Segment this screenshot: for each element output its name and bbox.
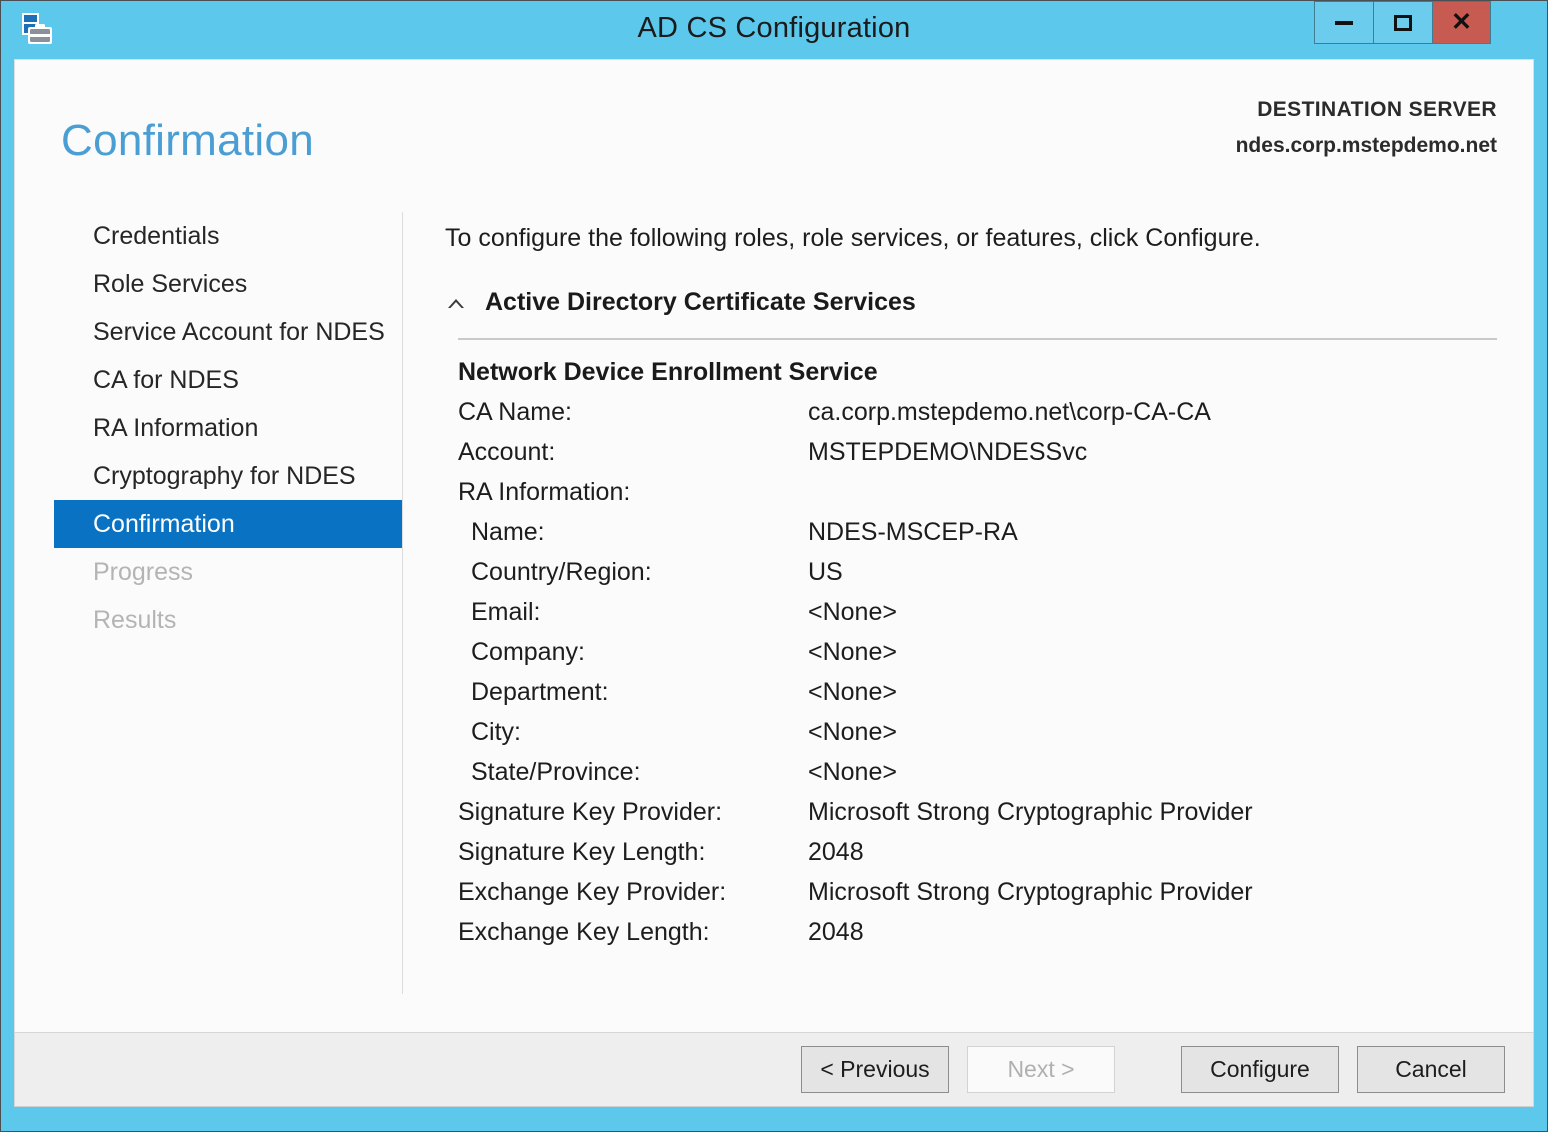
wizard-step-list: Credentials Role Services Service Accoun…: [54, 212, 402, 644]
window-controls: ✕: [1314, 1, 1491, 45]
summary-label: Signature Key Provider:: [458, 798, 722, 827]
summary-value: <None>: [808, 598, 897, 627]
summary-label: City:: [471, 718, 521, 747]
summary-value: NDES-MSCEP-RA: [808, 518, 1018, 547]
section-title: Network Device Enrollment Service: [458, 358, 878, 387]
maximize-icon: [1394, 15, 1412, 31]
summary-row: Account: MSTEPDEMO\NDESSvc: [458, 438, 1518, 478]
summary-row: City: <None>: [458, 718, 1518, 758]
summary-value: 2048: [808, 838, 864, 867]
destination-server-block: DESTINATION SERVER ndes.corp.mstepdemo.n…: [1236, 98, 1497, 158]
minimize-icon: [1335, 21, 1353, 25]
summary-list: CA Name: ca.corp.mstepdemo.net\corp-CA-C…: [458, 398, 1518, 958]
summary-row: State/Province: <None>: [458, 758, 1518, 798]
summary-label: RA Information:: [458, 478, 630, 507]
summary-label: CA Name:: [458, 398, 572, 427]
intro-text: To configure the following roles, role s…: [445, 224, 1261, 253]
summary-label: Country/Region:: [471, 558, 652, 587]
wizard-client-area: Confirmation DESTINATION SERVER ndes.cor…: [14, 59, 1534, 1107]
destination-server-label: DESTINATION SERVER: [1236, 98, 1497, 122]
summary-value: US: [808, 558, 843, 587]
sidebar-item-ra-information[interactable]: RA Information: [54, 404, 402, 452]
chevron-up-icon[interactable]: [445, 296, 471, 310]
summary-label: Account:: [458, 438, 555, 467]
sidebar-item-label: Confirmation: [93, 510, 235, 538]
summary-label: Name:: [471, 518, 545, 547]
sidebar-item-label: RA Information: [93, 414, 258, 442]
vertical-divider: [402, 212, 403, 994]
ad-cs-configuration-window: AD CS Configuration ✕ Confirmation DESTI…: [0, 0, 1548, 1132]
summary-label: Exchange Key Provider:: [458, 878, 726, 907]
summary-label: Signature Key Length:: [458, 838, 705, 867]
group-header-active-directory-certificate-services[interactable]: Active Directory Certificate Services: [445, 288, 916, 317]
sidebar-item-label: Credentials: [93, 222, 219, 250]
summary-row: Company: <None>: [458, 638, 1518, 678]
close-button[interactable]: ✕: [1432, 1, 1491, 44]
summary-row: Department: <None>: [458, 678, 1518, 718]
summary-row: Signature Key Provider: Microsoft Strong…: [458, 798, 1518, 838]
cancel-button[interactable]: Cancel: [1357, 1046, 1505, 1093]
configure-button[interactable]: Configure: [1181, 1046, 1339, 1093]
summary-row: Name: NDES-MSCEP-RA: [458, 518, 1518, 558]
maximize-button[interactable]: [1373, 1, 1432, 44]
title-bar: AD CS Configuration ✕: [1, 1, 1547, 59]
summary-value: <None>: [808, 638, 897, 667]
summary-row: Exchange Key Length: 2048: [458, 918, 1518, 958]
sidebar-item-label: Progress: [93, 558, 193, 586]
sidebar-item-label: Service Account for NDES: [93, 318, 385, 346]
summary-label: Company:: [471, 638, 585, 667]
wizard-footer: < Previous Next > Configure Cancel: [14, 1032, 1534, 1107]
summary-label: Exchange Key Length:: [458, 918, 710, 947]
summary-row: Country/Region: US: [458, 558, 1518, 598]
sidebar-item-results: Results: [54, 596, 402, 644]
summary-label: State/Province:: [471, 758, 641, 787]
summary-value: 2048: [808, 918, 864, 947]
summary-row: CA Name: ca.corp.mstepdemo.net\corp-CA-C…: [458, 398, 1518, 438]
summary-value: Microsoft Strong Cryptographic Provider: [808, 798, 1253, 827]
summary-value: <None>: [808, 758, 897, 787]
sidebar-item-label: Cryptography for NDES: [93, 462, 356, 490]
summary-row: RA Information:: [458, 478, 1518, 518]
sidebar-item-credentials[interactable]: Credentials: [54, 212, 402, 260]
summary-value: Microsoft Strong Cryptographic Provider: [808, 878, 1253, 907]
summary-value: MSTEPDEMO\NDESSvc: [808, 438, 1087, 467]
summary-value: <None>: [808, 718, 897, 747]
sidebar-item-label: Role Services: [93, 270, 247, 298]
summary-label: Email:: [471, 598, 540, 627]
sidebar-item-progress: Progress: [54, 548, 402, 596]
close-icon: ✕: [1451, 10, 1472, 35]
sidebar-item-ca-for-ndes[interactable]: CA for NDES: [54, 356, 402, 404]
sidebar-item-label: Results: [93, 606, 176, 634]
page-title: Confirmation: [61, 116, 314, 166]
next-button: Next >: [967, 1046, 1115, 1093]
sidebar-item-label: CA for NDES: [93, 366, 239, 394]
footer-button-group: < Previous Next > Configure Cancel: [801, 1046, 1505, 1093]
sidebar-item-role-services[interactable]: Role Services: [54, 260, 402, 308]
summary-label: Department:: [471, 678, 609, 707]
group-title: Active Directory Certificate Services: [485, 288, 916, 317]
sidebar-item-service-account-for-ndes[interactable]: Service Account for NDES: [54, 308, 402, 356]
summary-row: Exchange Key Provider: Microsoft Strong …: [458, 878, 1518, 918]
sidebar-item-confirmation[interactable]: Confirmation: [54, 500, 402, 548]
summary-row: Email: <None>: [458, 598, 1518, 638]
minimize-button[interactable]: [1314, 1, 1373, 44]
previous-button[interactable]: < Previous: [801, 1046, 949, 1093]
sidebar-item-cryptography-for-ndes[interactable]: Cryptography for NDES: [54, 452, 402, 500]
summary-value: <None>: [808, 678, 897, 707]
destination-server-name: ndes.corp.mstepdemo.net: [1236, 134, 1497, 158]
summary-value: ca.corp.mstepdemo.net\corp-CA-CA: [808, 398, 1211, 427]
summary-row: Signature Key Length: 2048: [458, 838, 1518, 878]
section-divider: [458, 338, 1497, 340]
